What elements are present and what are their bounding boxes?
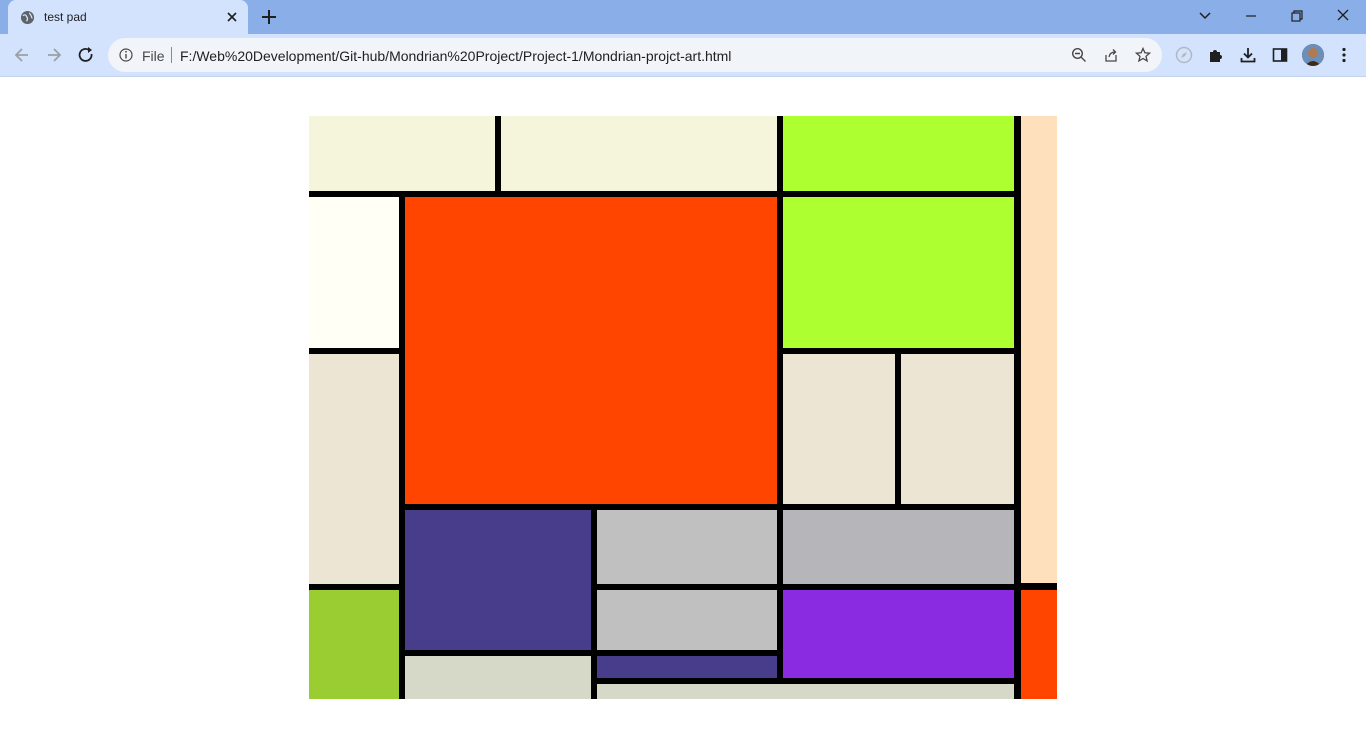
block-bisque-right-strip — [1021, 116, 1057, 583]
profile-avatar[interactable] — [1302, 44, 1324, 66]
block-linen-left — [309, 354, 399, 584]
url-text[interactable]: F:/Web%20Development/Git-hub/Mondrian%20… — [180, 48, 731, 64]
block-grey — [783, 510, 1014, 584]
address-separator — [171, 47, 172, 63]
side-panel-icon[interactable] — [1271, 46, 1289, 64]
close-window-button[interactable] — [1333, 6, 1353, 26]
block-pale-bottom-left — [405, 656, 591, 699]
mondrian-artwork — [309, 116, 1057, 699]
back-icon[interactable] — [12, 45, 32, 65]
block-ivory-left — [309, 197, 399, 348]
bookmark-star-icon[interactable] — [1135, 47, 1151, 63]
forward-icon[interactable] — [44, 45, 64, 65]
block-yellowgreen-bottom-left — [309, 590, 399, 699]
share-icon[interactable] — [1103, 47, 1119, 63]
info-icon[interactable] — [119, 48, 133, 62]
scheme-label: File — [142, 48, 165, 64]
download-icon[interactable] — [1239, 46, 1257, 64]
block-pale-bottom-right — [597, 684, 1014, 699]
extension-compass-icon[interactable] — [1175, 46, 1193, 64]
block-silver-2 — [597, 590, 777, 650]
menu-kebab-icon[interactable] — [1335, 46, 1353, 64]
block-greenyellow-top — [783, 116, 1014, 191]
tab-title: test pad — [44, 10, 87, 24]
block-greenyellow-middle — [783, 197, 1014, 348]
tab-active[interactable]: test pad — [8, 0, 248, 34]
address-bar[interactable]: File F:/Web%20Development/Git-hub/Mondri… — [108, 38, 1162, 72]
globe-icon — [20, 10, 35, 25]
block-orangered-bottom-right — [1021, 590, 1057, 699]
block-orangered-large — [405, 197, 777, 504]
new-tab-button[interactable] — [260, 8, 278, 26]
tab-search-icon[interactable] — [1195, 6, 1215, 26]
close-tab-icon[interactable] — [224, 9, 240, 25]
block-darkslateblue-large — [405, 510, 591, 650]
block-beige-top-middle — [501, 116, 777, 191]
restore-button[interactable] — [1287, 6, 1307, 26]
block-silver-1 — [597, 510, 777, 584]
block-blueviolet — [783, 590, 1014, 678]
browser-toolbar: File F:/Web%20Development/Git-hub/Mondri… — [0, 34, 1366, 77]
block-linen-mid-right-2 — [901, 354, 1014, 504]
zoom-icon[interactable] — [1071, 47, 1087, 63]
block-linen-mid-right-1 — [783, 354, 895, 504]
block-darkslateblue-small — [597, 656, 777, 678]
reload-icon[interactable] — [76, 45, 96, 65]
avatar-icon — [1302, 44, 1324, 66]
tab-strip: test pad — [0, 0, 1366, 34]
page-viewport — [0, 78, 1366, 738]
extensions-puzzle-icon[interactable] — [1207, 46, 1225, 64]
minimize-button[interactable] — [1241, 6, 1261, 26]
block-beige-top-left — [309, 116, 495, 191]
